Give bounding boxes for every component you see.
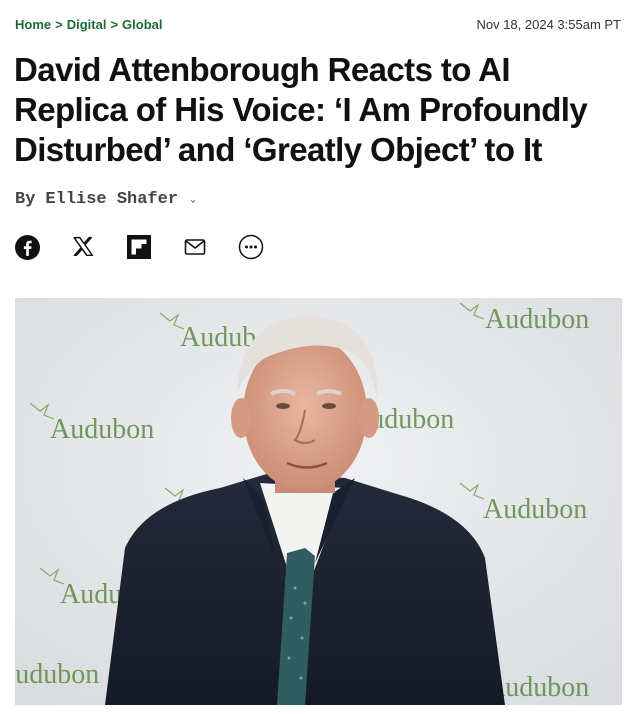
breadcrumb-home[interactable]: Home: [15, 17, 51, 32]
breadcrumb-separator: >: [55, 17, 63, 32]
chevron-down-icon[interactable]: ⌄: [190, 194, 196, 206]
breadcrumb-separator: >: [110, 17, 119, 32]
byline: By Ellise Shafer ⌄: [15, 190, 196, 209]
breadcrumb-digital[interactable]: Digital: [67, 17, 107, 32]
backdrop-text: Audubon: [483, 494, 587, 525]
facebook-icon[interactable]: [14, 234, 40, 260]
backdrop-text: Audubon: [50, 414, 154, 445]
author-name[interactable]: Ellise Shafer: [45, 190, 178, 209]
article-headline: David Attenborough Reacts to AI Replica …: [14, 51, 588, 168]
x-icon[interactable]: [70, 234, 96, 260]
breadcrumb-global[interactable]: Global: [122, 17, 162, 32]
byline-prefix: By: [15, 190, 36, 209]
share-bar: [14, 234, 264, 260]
hero-image: Audubon Audubon Audubon Audubon Audubon …: [15, 298, 622, 705]
more-icon[interactable]: [238, 234, 264, 260]
backdrop-text: Audubon: [485, 304, 589, 335]
top-bar: Home > Digital > Global Nov 18, 2024 3:5…: [15, 17, 621, 32]
publish-date: Nov 18, 2024 3:55am PT: [476, 17, 621, 32]
backdrop-text: Audubon: [15, 659, 99, 690]
email-icon[interactable]: [182, 234, 208, 260]
breadcrumb: Home > Digital > Global: [15, 17, 163, 32]
flipboard-icon[interactable]: [126, 234, 152, 260]
